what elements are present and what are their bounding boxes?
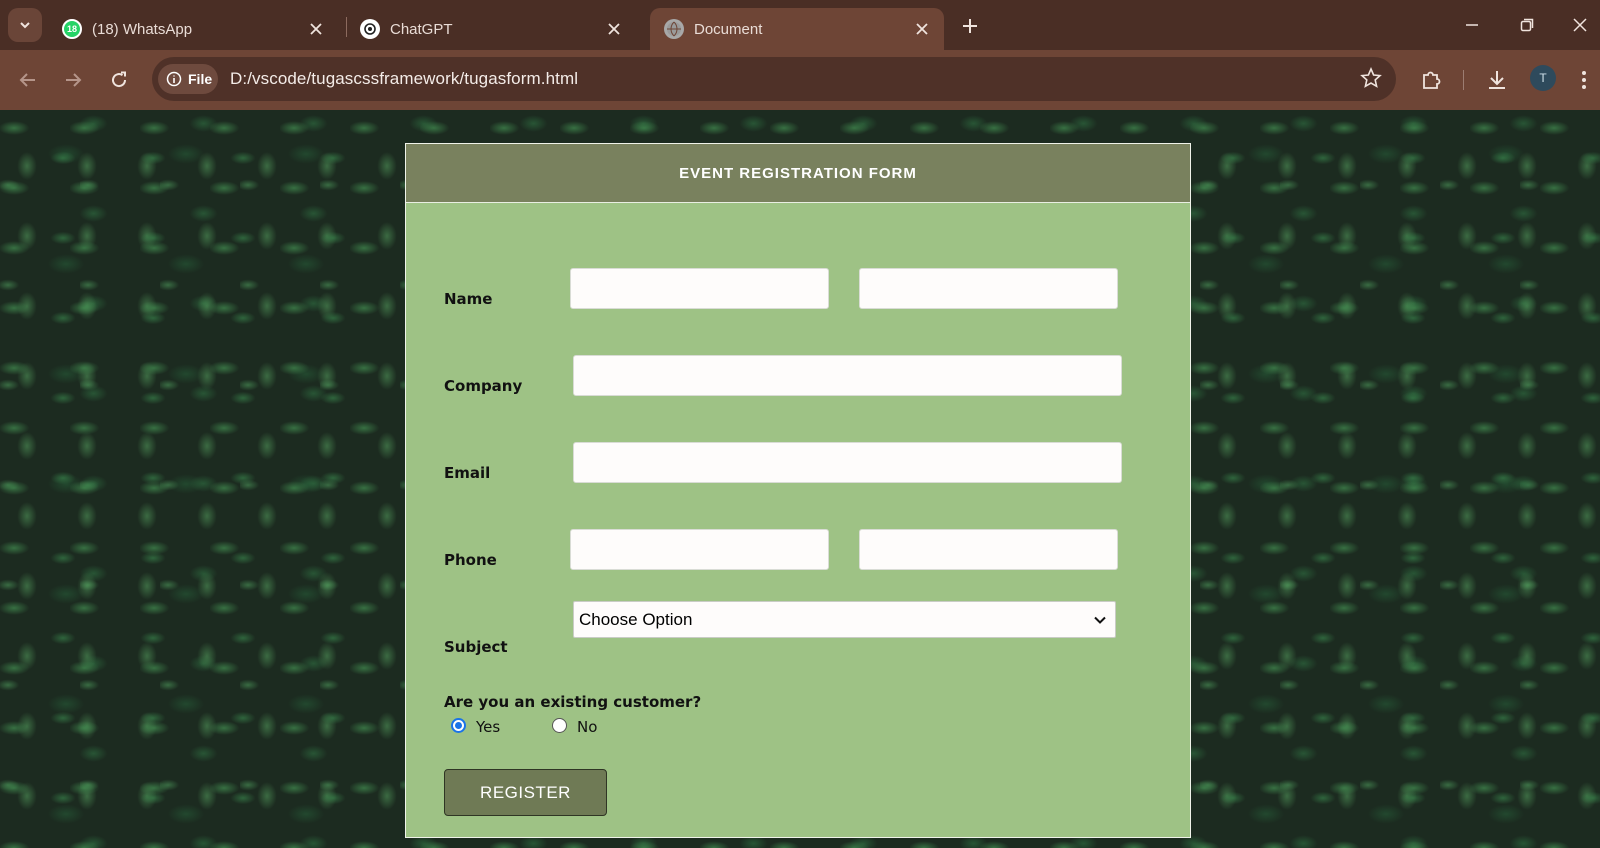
- tab-document[interactable]: Document: [650, 8, 944, 50]
- tab-title: (18) WhatsApp: [92, 20, 193, 38]
- radio-yes[interactable]: [451, 717, 466, 733]
- minimize-icon: [1466, 24, 1478, 26]
- toolbar-divider: [1463, 70, 1464, 90]
- browser-toolbar: File D:/vscode/tugascssframework/tugasfo…: [0, 50, 1600, 110]
- phone-label: Phone: [444, 551, 497, 569]
- more-vertical-icon: [1582, 71, 1586, 89]
- reload-button[interactable]: [104, 65, 134, 95]
- last-name-input[interactable]: [859, 268, 1118, 309]
- company-label: Company: [444, 377, 523, 395]
- url-text[interactable]: D:/vscode/tugascssframework/tugasform.ht…: [230, 69, 578, 89]
- downloads-button[interactable]: [1482, 65, 1512, 95]
- globe-icon: [664, 19, 684, 39]
- subject-label: Subject: [444, 638, 508, 656]
- scheme-label: File: [188, 71, 213, 87]
- tab-chatgpt[interactable]: ChatGPT: [346, 8, 636, 50]
- chevron-down-icon: [20, 22, 30, 29]
- minimize-button[interactable]: [1457, 10, 1487, 40]
- close-window-button[interactable]: [1565, 10, 1595, 40]
- radio-no[interactable]: [552, 717, 567, 733]
- phone-number-input[interactable]: [859, 529, 1118, 570]
- restore-icon: [1520, 18, 1534, 32]
- radio-no-label: No: [577, 718, 598, 736]
- profile-avatar[interactable]: T: [1530, 65, 1556, 91]
- address-bar[interactable]: File D:/vscode/tugascssframework/tugasfo…: [152, 57, 1396, 101]
- tab-title: Document: [694, 20, 763, 38]
- register-button[interactable]: REGISTER: [444, 769, 607, 816]
- radio-yes-option[interactable]: Yes: [451, 717, 501, 736]
- arrow-right-icon: [66, 73, 82, 87]
- email-label: Email: [444, 464, 491, 482]
- tab-title: ChatGPT: [390, 20, 453, 38]
- email-input[interactable]: [573, 442, 1122, 483]
- chevron-down-icon: [1094, 616, 1106, 624]
- download-icon: [1489, 71, 1505, 89]
- menu-button[interactable]: [1574, 65, 1594, 95]
- radio-yes-label: Yes: [476, 718, 501, 736]
- site-info-chip[interactable]: File: [158, 64, 218, 94]
- existing-customer-question: Are you an existing customer?: [444, 693, 702, 711]
- close-tab-icon[interactable]: [602, 17, 626, 41]
- name-label: Name: [444, 290, 493, 308]
- chatgpt-icon: [360, 19, 380, 39]
- bookmark-star-icon[interactable]: [1360, 66, 1382, 94]
- registration-form: EVENT REGISTRATION FORM Name Company Ema…: [405, 143, 1191, 838]
- whatsapp-icon: 18: [62, 19, 82, 39]
- back-button[interactable]: [13, 65, 43, 95]
- subject-selected-value: Choose Option: [579, 609, 693, 629]
- close-tab-icon[interactable]: [304, 17, 328, 41]
- restore-button[interactable]: [1512, 10, 1542, 40]
- plus-icon: [963, 19, 977, 33]
- page-viewport: EVENT REGISTRATION FORM Name Company Ema…: [0, 110, 1600, 848]
- close-tab-icon[interactable]: [910, 17, 934, 41]
- extensions-button[interactable]: [1416, 65, 1446, 95]
- subject-select[interactable]: Choose Option: [573, 601, 1116, 638]
- form-title: EVENT REGISTRATION FORM: [406, 144, 1190, 203]
- tab-strip: 18 (18) WhatsApp ChatGPT Document: [0, 0, 1600, 50]
- new-tab-button[interactable]: [956, 12, 984, 40]
- arrow-left-icon: [19, 73, 35, 87]
- tab-whatsapp[interactable]: 18 (18) WhatsApp: [48, 8, 338, 50]
- company-input[interactable]: [573, 355, 1122, 396]
- puzzle-icon: [1423, 71, 1441, 89]
- tab-search-button[interactable]: [8, 8, 42, 42]
- reload-icon: [112, 71, 127, 88]
- phone-area-input[interactable]: [570, 529, 829, 570]
- radio-no-option[interactable]: No: [552, 717, 598, 736]
- close-icon: [1573, 18, 1587, 32]
- info-icon: [166, 71, 182, 87]
- forward-button[interactable]: [58, 65, 88, 95]
- first-name-input[interactable]: [570, 268, 829, 309]
